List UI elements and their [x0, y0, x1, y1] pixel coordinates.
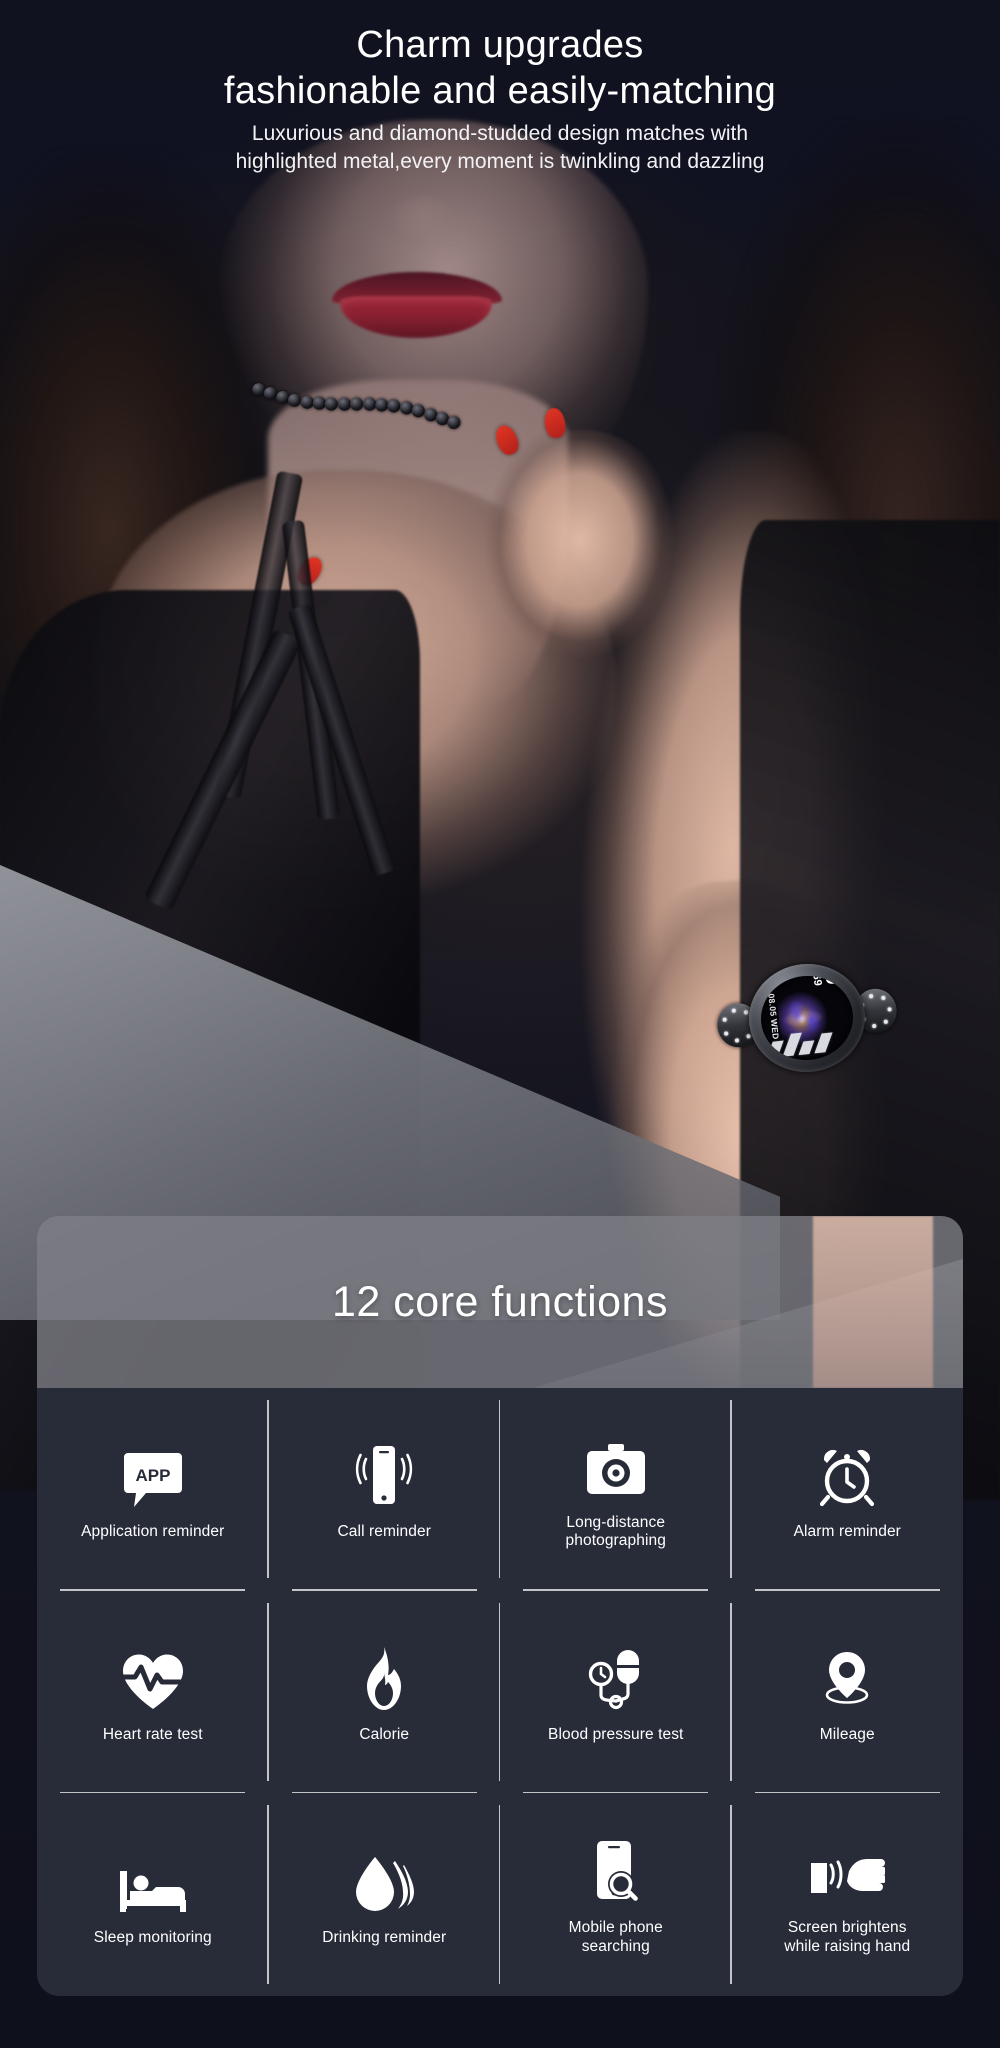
- feature-cell[interactable]: Sleep monitoring: [37, 1793, 269, 1996]
- feature-cell[interactable]: Call reminder: [269, 1388, 501, 1591]
- watch-case: 08.05 WED ♥ 069 20:30: [743, 958, 871, 1078]
- app-bubble-icon: APP: [122, 1431, 184, 1509]
- hero-heading-line-2: fashionable and easily-matching: [223, 70, 777, 113]
- feature-label: Mobile phone searching: [568, 1919, 663, 1955]
- feature-label: Call reminder: [337, 1523, 431, 1541]
- band-gemstone: [883, 1019, 888, 1024]
- choker-bead: [446, 415, 462, 430]
- hero-subtitle-line-2: highlighted metal,every moment is twinkl…: [235, 149, 765, 173]
- core-functions-banner: 12 core functions: [37, 1216, 963, 1388]
- hero-subtitle: Luxurious and diamond-studded design mat…: [0, 120, 1000, 175]
- feature-cell[interactable]: Long-distance photographing: [500, 1388, 732, 1591]
- feature-cell[interactable]: Heart rate test: [37, 1591, 269, 1794]
- model-lips: [332, 272, 502, 338]
- phone-search-icon: [587, 1827, 645, 1905]
- raise-hand-icon: [809, 1827, 886, 1905]
- band-gemstone: [868, 994, 874, 999]
- band-gemstone: [722, 1017, 728, 1023]
- feature-label: Calorie: [359, 1725, 410, 1743]
- feature-cell[interactable]: Screen brightens while raising hand: [732, 1793, 964, 1996]
- watch-screen: 08.05 WED ♥ 069 20:30: [756, 971, 858, 1065]
- band-gemstone: [871, 1023, 877, 1028]
- band-gemstone: [731, 1008, 736, 1014]
- feature-label: Alarm reminder: [793, 1523, 901, 1541]
- hero-heading: Charm upgrades fashionable and easily-ma…: [0, 22, 1000, 115]
- feature-cell[interactable]: APP Application reminder: [37, 1388, 269, 1591]
- band-gemstone: [887, 1007, 892, 1012]
- core-functions-title: 12 core functions: [332, 1277, 668, 1326]
- feature-cell[interactable]: Mobile phone searching: [500, 1793, 732, 1996]
- feature-grid: APP Application reminder Call reminder Long…: [37, 1388, 963, 1996]
- feature-label: Drinking reminder: [322, 1928, 447, 1946]
- heart-pulse-icon: [118, 1634, 187, 1712]
- feature-cell[interactable]: Blood pressure test: [500, 1591, 732, 1794]
- hero-heading-line-1: Charm upgrades: [356, 24, 644, 66]
- feature-cell[interactable]: Mileage: [732, 1591, 964, 1794]
- smartwatch-product: 08.05 WED ♥ 069 20:30: [715, 955, 899, 1082]
- feature-label: Heart rate test: [102, 1725, 203, 1743]
- band-gemstone: [743, 1010, 749, 1015]
- feature-label: Application reminder: [81, 1523, 225, 1541]
- model-hand: [480, 430, 680, 680]
- band-gemstone: [734, 1037, 739, 1043]
- feature-label: Sleep monitoring: [93, 1928, 212, 1946]
- feature-label: Mileage: [819, 1725, 875, 1743]
- feature-cell[interactable]: Drinking reminder: [269, 1793, 501, 1996]
- alarm-clock-icon: [815, 1431, 879, 1509]
- model-nose: [388, 196, 458, 244]
- blood-pressure-icon: [585, 1634, 647, 1712]
- location-pin-icon: [817, 1634, 877, 1712]
- bed-sleep-icon: [117, 1837, 189, 1915]
- hero-subtitle-line-1: Luxurious and diamond-studded design mat…: [251, 122, 749, 145]
- watch-time: 20:30: [816, 971, 844, 985]
- svg-text:APP: APP: [135, 1466, 170, 1485]
- feature-label: Screen brightens while raising hand: [784, 1919, 911, 1955]
- band-gemstone: [724, 1030, 729, 1036]
- flame-icon: [356, 1634, 412, 1712]
- camera-icon: [583, 1422, 649, 1500]
- band-gemstone: [880, 996, 886, 1001]
- vibrating-phone-icon: [352, 1431, 416, 1509]
- band-gemstone: [746, 1033, 751, 1039]
- feature-label: Long-distance photographing: [565, 1514, 666, 1550]
- feature-label: Blood pressure test: [548, 1725, 684, 1743]
- water-drops-icon: [351, 1837, 417, 1915]
- feature-cell[interactable]: Calorie: [269, 1591, 501, 1794]
- feature-cell[interactable]: Alarm reminder: [732, 1388, 964, 1591]
